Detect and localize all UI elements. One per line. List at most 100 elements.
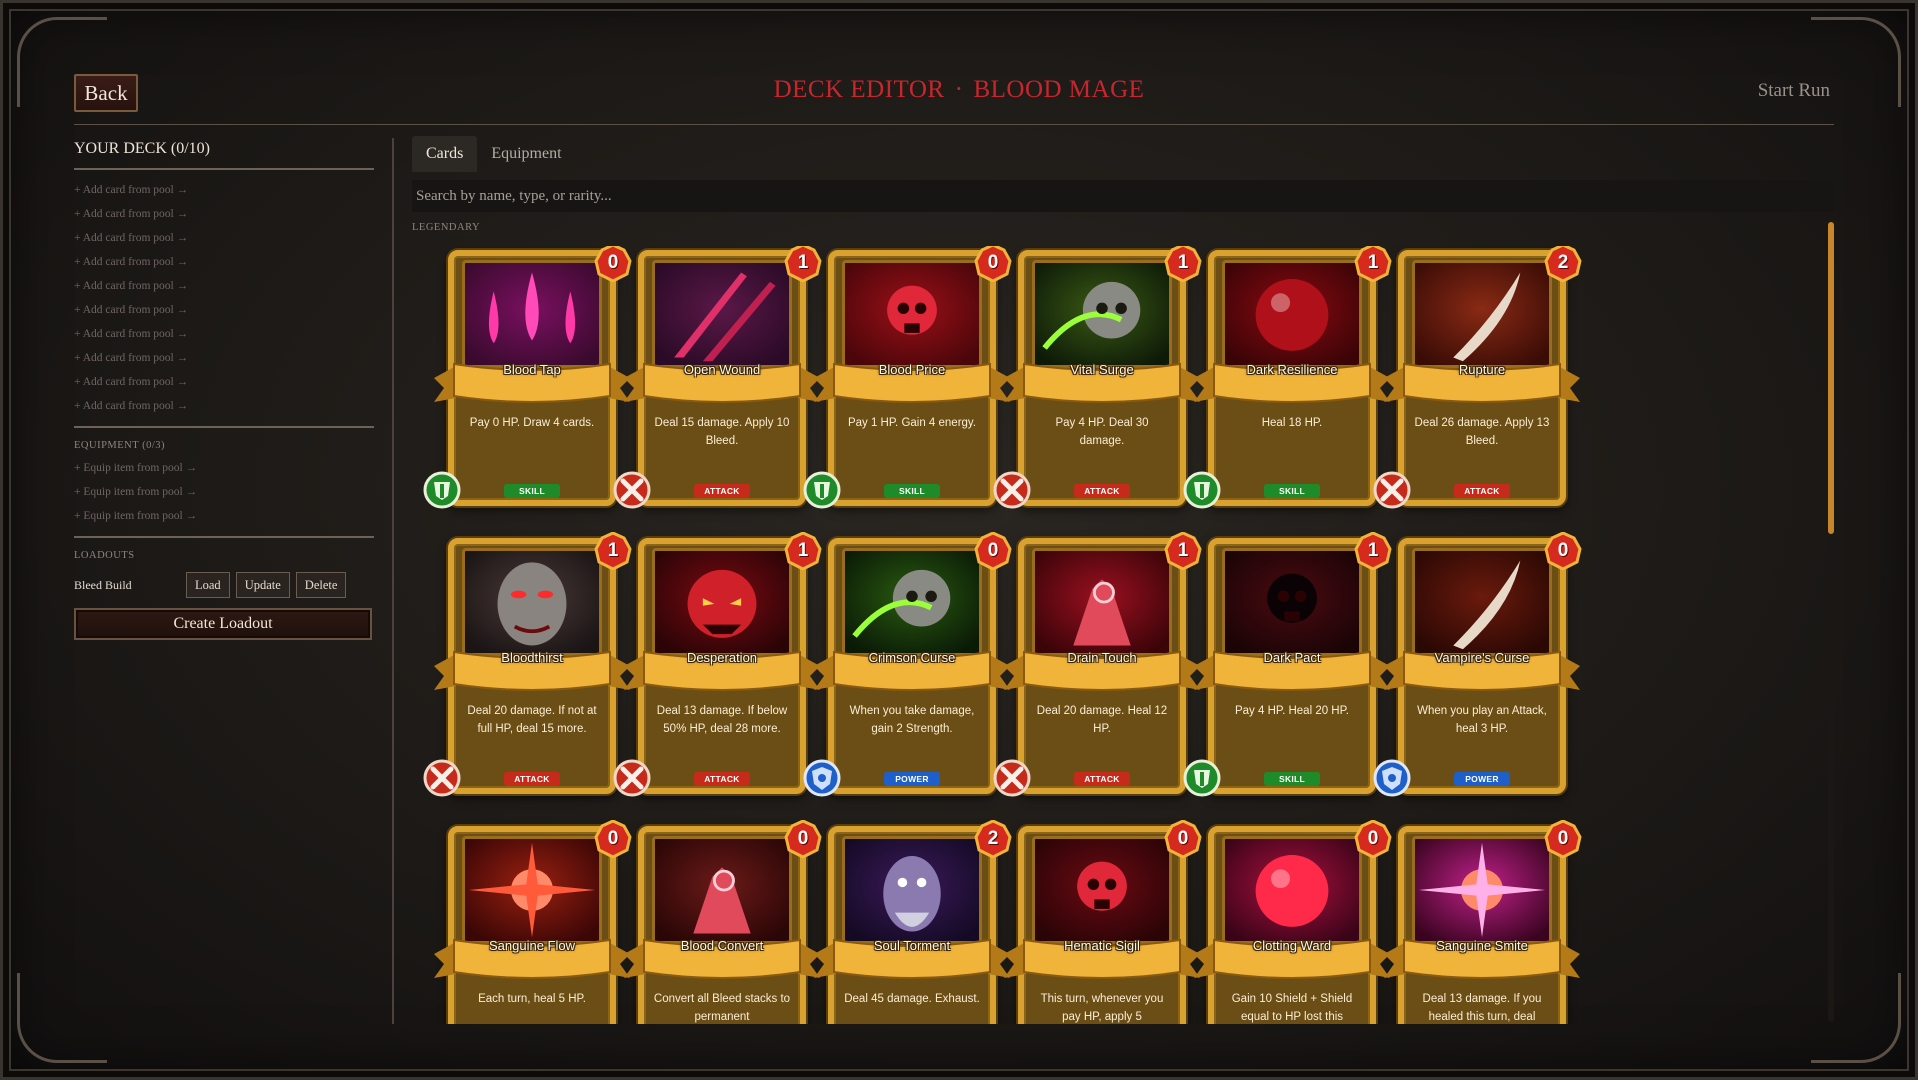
card-art [842, 548, 982, 656]
card[interactable]: Dark Pact Pay 4 HP. Heal 20 HP. 1 SKILL [1180, 532, 1392, 798]
card[interactable]: Vital Surge Pay 4 HP. Deal 30 damage. 1 ATT… [990, 246, 1202, 510]
card-name: Blood Convert [680, 938, 764, 953]
title-class: BLOOD MAGE [973, 76, 1145, 103]
card[interactable]: Rupture Deal 26 damage. Apply 13 Bleed. 2 A… [1370, 246, 1582, 510]
add-card-slot[interactable]: + Add card from pool → [74, 202, 374, 226]
card-grid: Blood Tap Pay 0 HP. Draw 4 cards. 0 SKILL Op… [420, 246, 1820, 1024]
add-card-slot[interactable]: + Add card from pool → [74, 178, 374, 202]
attack-swords-icon [612, 470, 652, 510]
card-description: Deal 45 damage. Exhaust. [844, 993, 980, 1005]
card-type-tag: SKILL [1264, 484, 1320, 498]
card-name: Rupture [1458, 362, 1506, 377]
card[interactable]: Bloodthirst Deal 20 damage. If not at ful… [420, 532, 632, 798]
deck-heading: YOUR DECK (0/10) [74, 136, 374, 168]
card[interactable]: Vampire's Curse When you play an Attack, … [1370, 532, 1582, 798]
card-type-tag: POWER [884, 772, 940, 786]
frame-ornament [1811, 973, 1901, 1063]
card-description: Convert all Bleed stacks to permanent [653, 993, 791, 1023]
equip-item-slot[interactable]: + Equip item from pool → [74, 456, 374, 480]
pool-tabs: Cards Equipment [412, 136, 576, 172]
skill-helmet-icon [1182, 758, 1222, 798]
card-description: Pay 4 HP. Heal 20 HP. [1234, 705, 1349, 717]
add-card-slot[interactable]: + Add card from pool → [74, 250, 374, 274]
equip-item-slot[interactable]: + Equip item from pool → [74, 480, 374, 504]
card-art [1032, 548, 1172, 656]
card-type-tag: ATTACK [1454, 484, 1510, 498]
card-art [1222, 260, 1362, 368]
scrollbar-thumb[interactable] [1828, 222, 1834, 534]
add-card-slot[interactable]: + Add card from pool → [74, 298, 374, 322]
loadout-name: Bleed Build [74, 577, 132, 592]
delete-button[interactable]: Delete [295, 572, 347, 598]
create-loadout-button[interactable]: Create Loadout [74, 608, 372, 640]
skill-helmet-icon [422, 470, 462, 510]
tab-cards[interactable]: Cards [412, 136, 478, 172]
card-name: Drain Touch [1067, 650, 1137, 665]
card-description: When you take damage, gain 2 Strength. [849, 705, 975, 735]
load-button[interactable]: Load [186, 572, 230, 598]
card-name: Vital Surge [1070, 362, 1134, 377]
add-card-slot[interactable]: + Add card from pool → [74, 346, 374, 370]
attack-swords-icon [992, 758, 1032, 798]
card-type-tag: SKILL [504, 484, 560, 498]
card-name: Open Wound [683, 362, 761, 377]
card-name: Crimson Curse [868, 650, 956, 665]
card-name: Hematic Sigil [1064, 938, 1140, 953]
card-description: Deal 13 damage. If you healed this turn,… [1422, 993, 1542, 1023]
card[interactable]: Sanguine Smite Deal 13 damage. If you hea… [1370, 820, 1582, 1024]
card[interactable]: Sanguine FlowEach turn, heal 5 HP.0SKILL [420, 820, 632, 1024]
add-card-slot[interactable]: + Add card from pool → [74, 322, 374, 346]
tab-equipment[interactable]: Equipment [477, 136, 575, 172]
card-name: Sanguine Smite [1436, 938, 1528, 953]
add-card-slot[interactable]: + Add card from pool → [74, 370, 374, 394]
rarity-heading: LEGENDARY [412, 222, 481, 233]
card-description: Deal 26 damage. Apply 13 Bleed. [1414, 417, 1550, 447]
card-description: This turn, whenever you pay HP, apply 5 [1040, 993, 1164, 1023]
card-description: Deal 20 damage. If not at full HP, deal … [467, 705, 597, 735]
card[interactable]: Desperation Deal 13 damage. If below 50% … [610, 532, 822, 798]
card-description: Deal 13 damage. If below 50% HP, deal 28… [656, 705, 788, 735]
divider [74, 168, 374, 170]
card-art [842, 836, 982, 944]
card-description: Pay 4 HP. Deal 30 damage. [1055, 417, 1149, 447]
card[interactable]: Blood Price Pay 1 HP. Gain 4 energy. 0 SKIL… [800, 246, 1012, 510]
deck-title: YOUR DECK [74, 140, 167, 157]
update-button[interactable]: Update [235, 572, 290, 598]
search-input[interactable] [412, 180, 1834, 212]
card-description: Pay 1 HP. Gain 4 energy. [847, 417, 977, 429]
power-shield-icon [1372, 758, 1412, 798]
card[interactable]: Dark Resilience Heal 18 HP. 1 SKILL [1180, 246, 1392, 510]
start-run-button[interactable]: Start Run [1758, 80, 1830, 102]
card-art [652, 548, 792, 656]
card[interactable]: Open Wound Deal 15 damage. Apply 10 Bleed… [610, 246, 822, 510]
card-art [462, 836, 602, 944]
card[interactable]: Clotting Ward Gain 10 Shield + Shield equ… [1180, 820, 1392, 1024]
energy-cost-value: 0 [1557, 828, 1569, 849]
add-card-slot[interactable]: + Add card from pool → [74, 226, 374, 250]
equip-item-slot[interactable]: + Equip item from pool → [74, 504, 374, 528]
card[interactable]: Soul TormentDeal 45 damage. Exhaust.2ATT… [800, 820, 1012, 1024]
card[interactable]: Drain Touch Deal 20 damage. Heal 12 HP. 1 A… [990, 532, 1202, 798]
skill-helmet-icon [1182, 470, 1222, 510]
card-type-tag: POWER [1454, 772, 1510, 786]
card-description: Pay 0 HP. Draw 4 cards. [469, 417, 595, 429]
card-art [462, 548, 602, 656]
attack-swords-icon [992, 470, 1032, 510]
card-art [462, 260, 602, 368]
card-name: Soul Torment [873, 938, 951, 953]
card[interactable]: Blood Tap Pay 0 HP. Draw 4 cards. 0 SKILL [420, 246, 632, 510]
card-name: Blood Tap [503, 362, 561, 377]
energy-cost-value: 0 [1557, 540, 1569, 561]
card-type-tag: ATTACK [694, 484, 750, 498]
frame-ornament [17, 973, 107, 1063]
card-art [1222, 548, 1362, 656]
add-card-slot[interactable]: + Add card from pool → [74, 274, 374, 298]
add-card-slot[interactable]: + Add card from pool → [74, 394, 374, 418]
card-art [652, 260, 792, 368]
card-name: Bloodthirst [501, 650, 563, 665]
card-name: Dark Resilience [1246, 362, 1338, 377]
card[interactable]: Blood Convert Convert all Bleed stacks to… [610, 820, 822, 1024]
card[interactable]: Crimson Curse When you take damage, gain … [800, 532, 1012, 798]
card-name: Sanguine Flow [489, 938, 575, 953]
card[interactable]: Hematic Sigil This turn, whenever you pay… [990, 820, 1202, 1024]
